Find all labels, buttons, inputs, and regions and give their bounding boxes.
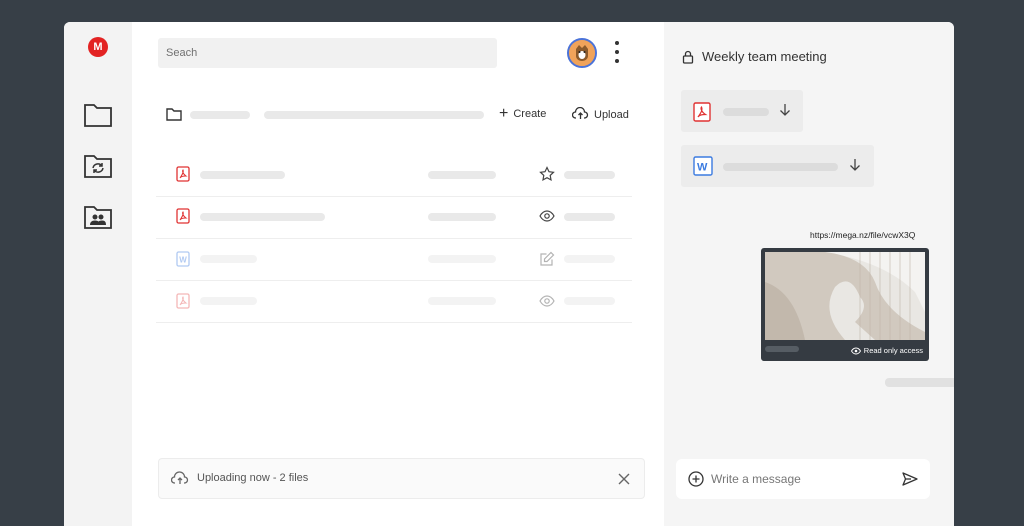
file-size-placeholder bbox=[564, 171, 615, 179]
file-name-placeholder bbox=[723, 108, 769, 116]
file-name-placeholder bbox=[200, 213, 325, 221]
app-window: M Seach + Create Upload W Uploading now … bbox=[64, 22, 954, 526]
folder-icon[interactable] bbox=[83, 102, 113, 128]
file-date-placeholder bbox=[428, 297, 496, 305]
close-icon[interactable] bbox=[618, 472, 630, 490]
message-input[interactable]: Write a message bbox=[711, 472, 801, 486]
kebab-menu-icon[interactable] bbox=[613, 41, 621, 67]
chat-title: Weekly team meeting bbox=[702, 49, 827, 64]
lock-icon bbox=[682, 50, 694, 69]
preview-image bbox=[765, 252, 925, 340]
message-meta-placeholder bbox=[885, 378, 954, 387]
file-date-placeholder bbox=[428, 255, 496, 263]
pdf-icon bbox=[176, 166, 190, 182]
row-divider bbox=[156, 238, 632, 239]
file-size-placeholder bbox=[564, 213, 615, 221]
pdf-icon bbox=[693, 102, 711, 127]
shared-link[interactable]: https://mega.nz/file/vcwX3Q bbox=[810, 230, 915, 240]
svg-text:W: W bbox=[697, 162, 708, 174]
row-divider bbox=[156, 196, 632, 197]
search-input[interactable]: Seach bbox=[158, 38, 497, 68]
star-icon[interactable] bbox=[539, 166, 555, 182]
attachment-pdf[interactable] bbox=[681, 90, 803, 132]
shared-folder-icon[interactable] bbox=[83, 204, 113, 230]
preview-placeholder bbox=[765, 346, 799, 352]
plus-icon: + bbox=[499, 105, 509, 122]
upload-status-bar: Uploading now - 2 files bbox=[158, 458, 645, 499]
sync-folder-icon[interactable] bbox=[83, 153, 113, 179]
add-attachment-icon[interactable] bbox=[688, 471, 704, 492]
word-icon: W bbox=[693, 156, 713, 181]
download-icon[interactable] bbox=[779, 103, 791, 122]
word-icon: W bbox=[176, 251, 190, 267]
user-avatar[interactable] bbox=[567, 38, 597, 68]
send-icon[interactable] bbox=[902, 472, 918, 491]
row-divider bbox=[156, 280, 632, 281]
chat-panel: Weekly team meeting W https://mega.nz/fi… bbox=[664, 22, 954, 526]
file-name-placeholder bbox=[723, 163, 838, 171]
message-composer[interactable]: Write a message bbox=[676, 459, 930, 499]
breadcrumb-folder-icon bbox=[166, 107, 182, 126]
row-divider bbox=[156, 322, 632, 323]
pdf-icon bbox=[176, 208, 190, 224]
eye-icon[interactable] bbox=[539, 209, 555, 225]
upload-button[interactable]: Upload bbox=[571, 106, 629, 123]
download-icon[interactable] bbox=[849, 158, 861, 177]
file-date-placeholder bbox=[428, 171, 496, 179]
mega-logo[interactable]: M bbox=[88, 37, 108, 57]
upload-status-text: Uploading now - 2 files bbox=[197, 472, 309, 484]
file-name-placeholder bbox=[200, 171, 285, 179]
path-placeholder bbox=[264, 111, 484, 119]
file-size-placeholder bbox=[564, 255, 615, 263]
edit-icon[interactable] bbox=[539, 251, 555, 267]
eye-icon[interactable] bbox=[539, 294, 555, 310]
cloud-upload-icon bbox=[571, 106, 589, 123]
file-browser: Seach + Create Upload W Uploading now - … bbox=[132, 22, 664, 526]
file-size-placeholder bbox=[564, 297, 615, 305]
file-name-placeholder bbox=[200, 297, 257, 305]
create-button[interactable]: + Create bbox=[499, 105, 546, 122]
cloud-upload-icon bbox=[170, 471, 189, 490]
file-date-placeholder bbox=[428, 213, 496, 221]
sidebar: M bbox=[64, 22, 132, 526]
link-preview-card[interactable]: Read only access bbox=[761, 248, 929, 361]
eye-icon bbox=[850, 347, 861, 354]
pdf-icon bbox=[176, 293, 190, 309]
file-name-placeholder bbox=[200, 255, 257, 263]
attachment-word[interactable]: W bbox=[681, 145, 874, 187]
breadcrumb-placeholder bbox=[190, 111, 250, 119]
read-only-badge: Read only access bbox=[850, 346, 923, 355]
svg-text:W: W bbox=[179, 256, 187, 265]
